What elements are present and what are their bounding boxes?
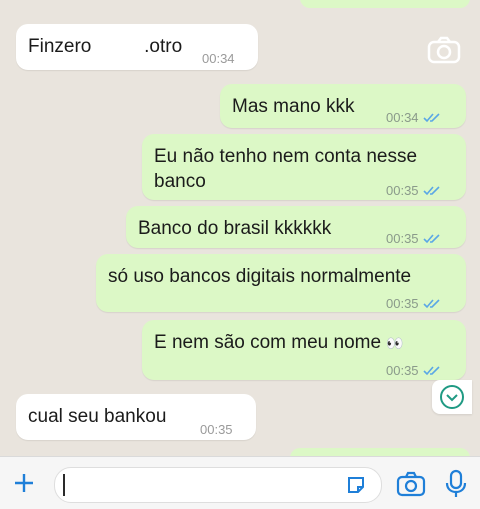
message-time: 00:34	[386, 105, 440, 130]
message-text: Finzero .otro	[28, 36, 183, 57]
double-check-icon	[422, 299, 440, 309]
message-outgoing[interactable]: E nem são com meu nome 👀 00:35	[142, 320, 466, 380]
chevron-down-icon	[440, 385, 464, 409]
eyes-emoji: 👀	[386, 335, 404, 351]
message-time: 00:35	[386, 291, 440, 316]
message-input[interactable]	[54, 467, 382, 503]
previous-message-sliver	[300, 0, 470, 8]
microphone-icon[interactable]	[444, 469, 468, 499]
message-text: Banco do brasil kkkkkk	[138, 218, 332, 239]
text-caret	[63, 474, 65, 496]
message-outgoing[interactable]: Eu não tenho nem conta nesse banco 00:35	[142, 134, 466, 200]
message-text: cual seu bankou	[28, 406, 167, 427]
message-outgoing[interactable]: Mas mano kkk 00:34	[220, 84, 466, 128]
camera-overlay-icon[interactable]	[424, 30, 464, 70]
double-check-icon	[422, 366, 440, 376]
message-text: Mas mano kkk	[232, 96, 355, 117]
message-outgoing[interactable]: só uso bancos digitais normalmente 00:35	[96, 254, 466, 312]
chat-area[interactable]: Finzero .otro 00:34 Mas mano kkk 00:34 E…	[0, 0, 480, 456]
message-time: 00:35	[200, 422, 233, 437]
double-check-icon	[422, 234, 440, 244]
add-attachment-button[interactable]	[10, 469, 38, 497]
message-time: 00:34	[202, 51, 235, 66]
sticker-icon[interactable]	[345, 474, 367, 496]
message-incoming[interactable]: Finzero .otro 00:34	[16, 24, 258, 70]
message-composer	[0, 456, 480, 509]
double-check-icon	[422, 113, 440, 123]
scroll-to-bottom-button[interactable]	[432, 380, 472, 414]
message-time: 00:35	[386, 358, 440, 383]
camera-icon[interactable]	[396, 471, 426, 497]
plus-icon	[15, 474, 33, 492]
message-outgoing[interactable]: Banco do brasil kkkkkk 00:35	[126, 206, 466, 248]
message-text: E nem são com meu nome	[154, 332, 382, 353]
message-time: 00:35	[386, 178, 440, 203]
double-check-icon	[422, 186, 440, 196]
message-text: só uso bancos digitais normalmente	[108, 266, 412, 287]
message-incoming[interactable]: cual seu bankou 00:35	[16, 394, 256, 440]
next-message-sliver	[290, 448, 470, 456]
message-time: 00:35	[386, 226, 440, 251]
